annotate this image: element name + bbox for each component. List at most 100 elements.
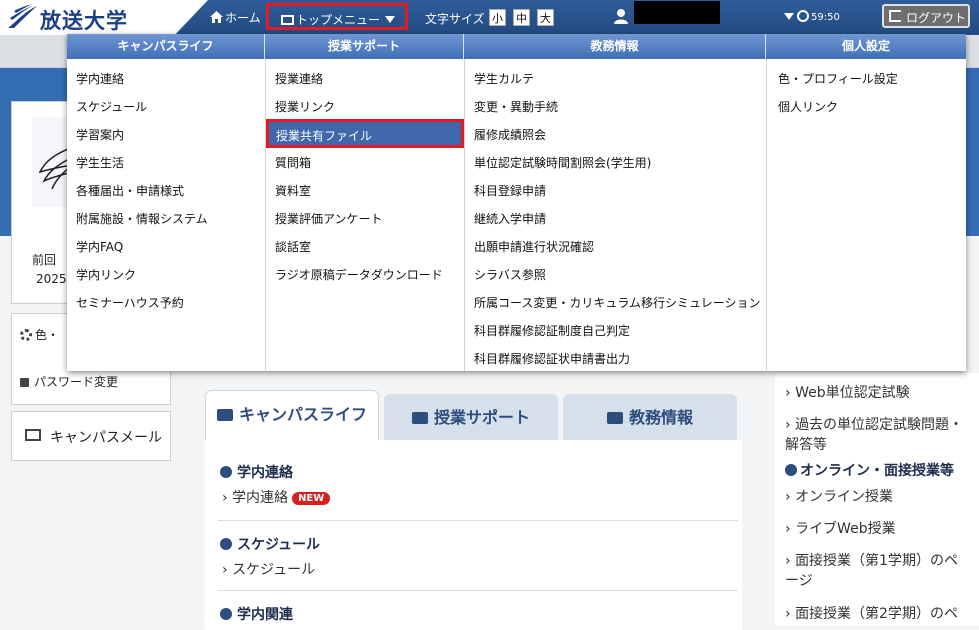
menu-item-course-registration[interactable]: 科目登録申請 [474,182,546,199]
right-link-item[interactable]: › 面接授業（第1学期）のページ [785,551,970,591]
home-label: ホーム [225,11,261,25]
column-divider [464,59,465,371]
logo-text: 放送大学 [40,9,128,33]
tab-label: 授業サポート [433,408,530,427]
tab-campus-life[interactable]: キャンパスライフ [205,390,379,441]
menu-item-continued-enrollment[interactable]: 継続入学申請 [474,210,546,227]
pencil-icon [411,412,428,424]
menu-item-class-survey[interactable]: 授業評価アンケート [275,210,383,227]
menu-item-personal-links[interactable]: 個人リンク [778,98,838,115]
menu-item-lounge[interactable]: 談話室 [275,238,311,255]
home-link[interactable]: ホーム [210,9,261,26]
menu-item-class-notice[interactable]: 授業連絡 [275,70,323,87]
logout-button[interactable]: ログアウト [882,4,970,28]
tab-label: 教務情報 [628,408,693,427]
password-change-link[interactable]: パスワード変更 [20,373,118,390]
menu-item-materials[interactable]: 資料室 [275,182,311,199]
right-link-text: 面接授業（第2学期）のペ [795,606,958,622]
color-settings-link[interactable]: 色・ [20,326,59,343]
gear-icon [20,329,32,341]
password-change-label: パスワード変更 [34,375,119,389]
divider [218,520,738,521]
menu-item-student-record[interactable]: 学生カルテ [474,70,534,87]
graduation-cap-icon [216,409,233,421]
menu-item-facilities[interactable]: 附属施設・情報システム [76,210,208,227]
right-link-item[interactable]: › 面接授業（第2学期）のペ [785,604,975,624]
right-link-text: Web単位認定試験 [795,385,910,401]
font-size-large-button[interactable]: 大 [537,9,554,26]
home-icon [210,11,223,23]
caret-down-icon [385,16,396,23]
menu-item-campus-notice[interactable]: 学内連絡 [76,70,124,87]
tab-label: キャンパスライフ [238,405,367,424]
menu-column-heading: 教務情報 [464,34,766,59]
right-link-text: 面接授業（第1学期）のページ [785,553,958,589]
menu-item-profile-settings[interactable]: 色・プロフィール設定 [778,70,898,87]
menu-item-faq[interactable]: 学内FAQ [76,238,123,255]
menu-item-certification-output[interactable]: 科目群履修認証状申請書出力 [474,350,630,367]
logo-area[interactable]: 放送大学 [0,0,208,35]
right-link-item[interactable]: › ライブWeb授業 [785,519,970,539]
section-heading-text: 学内関連 [237,607,293,623]
right-link-text: 過去の単位認定試験問題・解答等 [785,417,964,453]
section-link[interactable]: › 学内連絡 NEW [222,487,331,507]
right-link-item[interactable]: › Web単位認定試験 [785,383,970,403]
menu-item-change-procedure[interactable]: 変更・異動手続 [474,98,558,115]
menu-item-student-life[interactable]: 学生生活 [76,154,124,171]
menu-item-seminar-house[interactable]: セミナーハウス予約 [76,294,184,311]
right-link-item[interactable]: › 過去の単位認定試験問題・解答等 [785,415,970,455]
top-menu-button[interactable]: トップメニュー [266,3,408,30]
menu-item-class-links[interactable]: 授業リンク [275,98,335,115]
menu-item-syllabus[interactable]: シラバス参照 [474,266,546,283]
timer-value: 59:50 [811,12,840,23]
section-link[interactable]: › スケジュール [222,559,315,579]
menu-item-forms[interactable]: 各種届出・申請様式 [76,182,184,199]
font-size-label: 文字サイズ [425,12,485,26]
menu-item-schedule[interactable]: スケジュール [76,98,147,115]
section-link-text: 学内連絡 [232,490,289,506]
new-badge: NEW [292,492,331,505]
menu-item-shared-files[interactable]: 授業共有ファイル [266,119,464,148]
section-heading: スケジュール [220,534,320,554]
right-section-heading: オンライン・面接授業等 [785,461,970,481]
right-link-text: ライブWeb授業 [795,521,896,537]
top-navigation-bar: 放送大学 ホーム トップメニュー 文字サイズ 小 中 大 59:50 ログアウト [0,0,979,35]
menu-item-grades[interactable]: 履修成績照会 [474,126,546,143]
section-heading-text: 学内連絡 [237,465,293,481]
chevron-circle-icon [220,538,232,550]
color-settings-label: 色・ [35,328,60,342]
column-divider [265,59,266,371]
monitor-icon [281,15,294,25]
logout-icon [889,10,901,22]
tab-academic-info[interactable]: 教務情報 [563,394,737,440]
divider [218,590,738,591]
chevron-circle-icon [785,464,797,476]
menu-item-campus-links[interactable]: 学内リンク [76,266,136,283]
section-heading: 学内関連 [220,604,293,624]
session-timer[interactable]: 59:50 [784,10,840,23]
menu-item-certification-self-check[interactable]: 科目群履修認証制度自己判定 [474,322,630,339]
menu-column-heading: 授業サポート [265,34,464,59]
last-login-year: 2025 [36,272,67,286]
book-icon [606,412,623,424]
logo-wing-icon [8,4,37,28]
menu-item-exam-timetable[interactable]: 単位認定試験時間割照会(学生用) [474,154,651,171]
tab-class-support[interactable]: 授業サポート [384,394,558,440]
font-size-medium-button[interactable]: 中 [513,9,530,26]
menu-item-course-change-sim[interactable]: 所属コース変更・カリキュラム移行シミュレーション [474,294,761,311]
campus-mail-button[interactable]: キャンパスメール [11,411,171,461]
menu-column-heading: キャンパスライフ [67,34,265,59]
last-login-label: 前回 [32,253,57,267]
section-heading: 学内連絡 [220,462,293,482]
envelope-icon [25,429,41,441]
menu-item-question-box[interactable]: 質問箱 [275,154,311,171]
font-size-small-button[interactable]: 小 [489,9,506,26]
menu-item-radio-script[interactable]: ラジオ原稿データダウンロード [275,266,443,283]
right-link-item[interactable]: › オンライン授業 [785,487,970,507]
right-link-text: オンライン授業 [795,489,894,505]
menu-item-application-status[interactable]: 出願申請進行状況確認 [474,238,594,255]
right-heading-text: オンライン・面接授業等 [800,463,954,479]
menu-item-study-guide[interactable]: 学習案内 [76,126,124,143]
menu-column-heading: 個人設定 [766,34,966,59]
chevron-circle-icon [220,608,232,620]
